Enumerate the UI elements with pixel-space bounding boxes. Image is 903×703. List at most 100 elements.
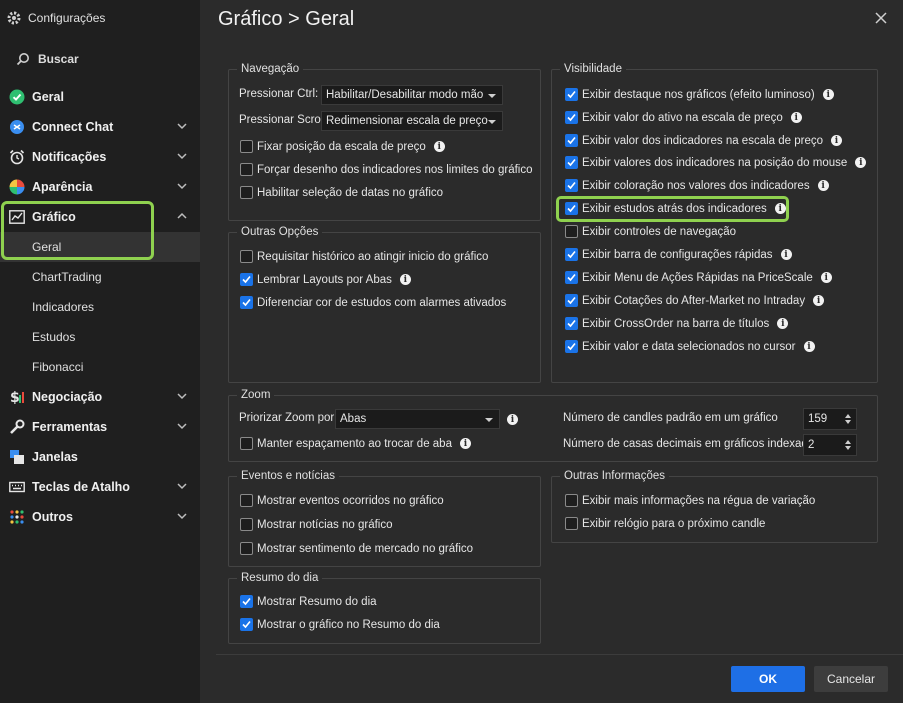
priorizar-select[interactable]: Abas xyxy=(335,409,500,429)
search-button[interactable]: Buscar xyxy=(16,52,79,66)
check-row[interactable]: Diferenciar cor de estudos com alarmes a… xyxy=(240,296,506,309)
checkbox[interactable] xyxy=(565,88,578,101)
scroll-select[interactable]: Redimensionar escala de preço xyxy=(321,111,503,131)
checkbox[interactable] xyxy=(240,296,253,309)
checkbox[interactable] xyxy=(565,225,578,238)
info-icon[interactable]: i xyxy=(855,157,867,168)
checkbox[interactable] xyxy=(565,494,578,507)
check-row[interactable]: Exibir relógio para o próximo candle xyxy=(565,517,765,530)
check-row[interactable]: Mostrar o gráfico no Resumo do dia xyxy=(240,618,440,631)
sidebar-subitem-indicadores[interactable]: Indicadores xyxy=(0,292,200,322)
info-icon[interactable]: i xyxy=(813,295,825,306)
check-row[interactable]: Requisitar histórico ao atingir inicio d… xyxy=(240,250,488,263)
sidebar-item-notificacoes[interactable]: Notificações xyxy=(0,142,200,172)
label-text: Número de casas decimais em gráficos ind… xyxy=(563,438,820,450)
checkbox[interactable] xyxy=(565,248,578,261)
info-icon[interactable]: i xyxy=(774,203,786,214)
stepper-up-icon[interactable] xyxy=(845,414,851,418)
check-row[interactable]: Lembrar Layouts por Abas i xyxy=(240,273,411,286)
check-row[interactable]: Mostrar sentimento de mercado no gráfico xyxy=(240,542,473,555)
info-icon[interactable]: i xyxy=(507,414,518,425)
info-icon[interactable]: i xyxy=(831,135,842,146)
info-icon[interactable]: i xyxy=(433,141,445,152)
info-icon[interactable]: i xyxy=(777,318,789,329)
check-row[interactable]: Mostrar eventos ocorridos no gráfico xyxy=(240,494,444,507)
check-row[interactable]: Exibir valor do ativo na escala de preço… xyxy=(565,111,802,124)
check-row[interactable]: Exibir mais informações na régua de vari… xyxy=(565,494,815,507)
check-row[interactable]: Exibir valor dos indicadores na escala d… xyxy=(565,134,842,147)
checkbox[interactable] xyxy=(240,163,253,176)
sidebar-item-connect-chat[interactable]: Connect Chat xyxy=(0,112,200,142)
sidebar-subitem-charttrading[interactable]: ChartTrading xyxy=(0,262,200,292)
check-row[interactable]: Exibir coloração nos valores dos indicad… xyxy=(565,179,829,192)
check-row[interactable]: Exibir valores dos indicadores na posiçã… xyxy=(565,156,867,169)
checkbox[interactable] xyxy=(240,618,253,631)
checkbox[interactable] xyxy=(240,140,253,153)
chevron-down-icon xyxy=(177,483,187,490)
ctrl-select[interactable]: Habilitar/Desabilitar modo mão xyxy=(321,85,503,105)
sidebar-subitem-estudos[interactable]: Estudos xyxy=(0,322,200,352)
check-row[interactable]: Forçar desenho dos indicadores nos limit… xyxy=(240,163,533,176)
checkbox[interactable] xyxy=(240,518,253,531)
info-icon[interactable]: i xyxy=(817,180,829,191)
check-row[interactable]: Mostrar Resumo do dia xyxy=(240,595,377,608)
check-row[interactable]: Fixar posição da escala de preço i xyxy=(240,140,445,153)
sidebar-item-teclas[interactable]: Teclas de Atalho xyxy=(0,472,200,502)
check-row[interactable]: Exibir estudos atrás dos indicadores i xyxy=(565,202,786,215)
check-row[interactable]: Exibir Menu de Ações Rápidas na PriceSca… xyxy=(565,271,832,284)
checkbox[interactable] xyxy=(565,340,578,353)
info-icon[interactable]: i xyxy=(803,341,815,352)
sidebar-item-aparencia[interactable]: Aparência xyxy=(0,172,200,202)
checkbox[interactable] xyxy=(565,202,578,215)
sidebar-item-ferramentas[interactable]: Ferramentas xyxy=(0,412,200,442)
check-row[interactable]: Manter espaçamento ao trocar de aba i xyxy=(240,437,471,450)
close-icon[interactable] xyxy=(873,10,889,26)
sidebar-subitem-fibonacci[interactable]: Fibonacci xyxy=(0,352,200,382)
info-icon[interactable]: i xyxy=(790,112,802,123)
sidebar-item-janelas[interactable]: Janelas xyxy=(0,442,200,472)
stepper-down-icon[interactable] xyxy=(845,420,851,424)
checkbox[interactable] xyxy=(240,595,253,608)
ok-button[interactable]: OK xyxy=(731,666,805,692)
sidebar-item-geral[interactable]: Geral xyxy=(0,82,200,112)
checkbox[interactable] xyxy=(565,517,578,530)
check-label: Exibir Menu de Ações Rápidas na PriceSca… xyxy=(582,271,813,284)
sidebar-item-label: Outros xyxy=(32,510,73,524)
stepper-up-icon[interactable] xyxy=(845,440,851,444)
candles-label: Número de candles padrão em um gráfico xyxy=(563,412,778,424)
checkbox[interactable] xyxy=(240,186,253,199)
checkbox[interactable] xyxy=(565,294,578,307)
info-icon[interactable]: i xyxy=(820,272,832,283)
sidebar-item-negociacao[interactable]: $ Negociação xyxy=(0,382,200,412)
check-row[interactable]: Habilitar seleção de datas no gráfico xyxy=(240,186,443,199)
check-row[interactable]: Exibir controles de navegação xyxy=(565,225,736,238)
checkbox[interactable] xyxy=(565,271,578,284)
checkbox[interactable] xyxy=(565,111,578,124)
candles-stepper[interactable]: 159 xyxy=(803,408,857,430)
checkbox[interactable] xyxy=(240,437,253,450)
checkbox[interactable] xyxy=(240,542,253,555)
check-row[interactable]: Exibir destaque nos gráficos (efeito lum… xyxy=(565,88,834,101)
check-row[interactable]: Exibir valor e data selecionados no curs… xyxy=(565,340,815,353)
info-icon[interactable]: i xyxy=(399,274,411,285)
checkbox[interactable] xyxy=(565,179,578,192)
info-icon[interactable]: i xyxy=(459,438,471,449)
checkbox[interactable] xyxy=(565,134,578,147)
checkbox[interactable] xyxy=(240,250,253,263)
check-row[interactable]: Exibir CrossOrder na barra de títulos i xyxy=(565,317,789,330)
group-legend: Visibilidade xyxy=(564,63,622,75)
sidebar-item-outros[interactable]: Outros xyxy=(0,502,200,532)
info-icon[interactable]: i xyxy=(780,249,792,260)
casas-stepper[interactable]: 2 xyxy=(803,434,857,456)
checkbox[interactable] xyxy=(565,317,578,330)
check-row[interactable]: Exibir barra de configurações rápidas i xyxy=(565,248,792,261)
chevron-down-icon xyxy=(177,123,187,130)
checkbox[interactable] xyxy=(565,156,578,169)
info-icon[interactable]: i xyxy=(822,89,834,100)
checkbox[interactable] xyxy=(240,494,253,507)
checkbox[interactable] xyxy=(240,273,253,286)
stepper-down-icon[interactable] xyxy=(845,446,851,450)
check-row[interactable]: Exibir Cotações do After-Market no Intra… xyxy=(565,294,825,307)
check-row[interactable]: Mostrar notícias no gráfico xyxy=(240,518,393,531)
cancel-button[interactable]: Cancelar xyxy=(814,666,888,692)
